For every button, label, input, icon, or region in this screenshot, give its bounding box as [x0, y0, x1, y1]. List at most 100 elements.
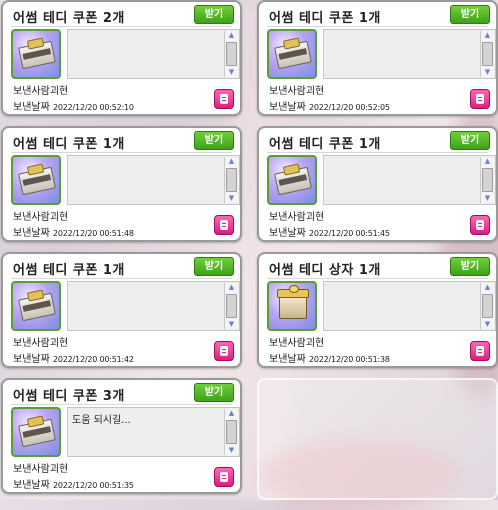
sender-label: 보낸사람 [13, 86, 50, 97]
receive-button[interactable]: 받기 [450, 257, 490, 276]
scroll-up-icon[interactable]: ▲ [482, 31, 493, 40]
message-scrollbar[interactable]: ▲ ▼ [480, 283, 494, 329]
sender-label: 보낸사람 [269, 212, 306, 223]
date-row: 보낸날짜 2022/12/20 00:52:10 [13, 98, 134, 113]
scroll-up-icon[interactable]: ▲ [226, 157, 237, 166]
sender-label: 보낸사람 [269, 338, 306, 349]
message-scrollbar[interactable]: ▲ ▼ [224, 283, 238, 329]
teddy-coupon-icon [11, 407, 61, 457]
sender-row: 보낸사람괴현 [269, 208, 324, 223]
scroll-down-icon[interactable]: ▼ [226, 320, 237, 329]
trash-icon [220, 472, 228, 482]
sender-row: 보낸사람괴현 [269, 334, 324, 349]
delete-button[interactable] [214, 467, 234, 487]
teddy-coupon-icon [11, 155, 61, 205]
date-row: 보낸날짜 2022/12/20 00:51:48 [13, 224, 134, 239]
delete-button[interactable] [470, 215, 490, 235]
date-row: 보낸날짜 2022/12/20 00:51:38 [269, 350, 390, 365]
sender-name: 괴현 [49, 86, 69, 97]
scroll-up-icon[interactable]: ▲ [482, 157, 493, 166]
date-label: 보낸날짜 [13, 228, 50, 239]
gift-title: 어썸 테디 쿠폰 2개 [13, 11, 125, 26]
message-scrollbar[interactable]: ▲ ▼ [480, 157, 494, 203]
scroll-thumb[interactable] [226, 168, 237, 192]
delete-button[interactable] [470, 89, 490, 109]
scroll-up-icon[interactable]: ▲ [226, 31, 237, 40]
gift-title: 어썸 테디 쿠폰 1개 [13, 137, 125, 152]
scroll-down-icon[interactable]: ▼ [482, 68, 493, 77]
scroll-down-icon[interactable]: ▼ [482, 194, 493, 203]
scroll-down-icon[interactable]: ▼ [226, 194, 237, 203]
sent-date: 2022/12/20 00:51:35 [53, 481, 134, 490]
receive-button[interactable]: 받기 [194, 257, 234, 276]
gift-title: 어썸 테디 쿠폰 1개 [269, 11, 381, 26]
divider [267, 278, 488, 279]
scroll-down-icon[interactable]: ▼ [482, 320, 493, 329]
sent-date: 2022/12/20 00:51:45 [309, 229, 390, 238]
teddy-box-icon [267, 281, 317, 331]
gift-card: 어썸 테디 쿠폰 1개 받기 ▲ ▼ 보낸사람괴현 보낸날짜 2022/12/20 00:… [257, 0, 498, 116]
message-box: ▲ ▼ [323, 281, 496, 331]
scroll-thumb[interactable] [226, 42, 237, 66]
message-scrollbar[interactable]: ▲ ▼ [224, 409, 238, 455]
sender-label: 보낸사람 [13, 464, 50, 475]
sender-label: 보낸사람 [13, 338, 50, 349]
sender-row: 보낸사람괴현 [13, 82, 68, 97]
message-scrollbar[interactable]: ▲ ▼ [224, 31, 238, 77]
gift-card: 어썸 테디 상자 1개 받기 ▲ ▼ 보낸사람괴현 보낸날짜 2022/12/20 00:… [257, 252, 498, 368]
message-scrollbar[interactable]: ▲ ▼ [480, 31, 494, 77]
scroll-up-icon[interactable]: ▲ [226, 283, 237, 292]
scroll-up-icon[interactable]: ▲ [482, 283, 493, 292]
date-row: 보낸날짜 2022/12/20 00:51:45 [269, 224, 390, 239]
sent-date: 2022/12/20 00:52:05 [309, 103, 390, 112]
sender-name: 괴현 [305, 212, 325, 223]
trash-icon [220, 346, 228, 356]
message-text: 도움 되시길... [72, 415, 131, 426]
receive-button[interactable]: 받기 [450, 131, 490, 150]
scroll-thumb[interactable] [482, 42, 493, 66]
sender-name: 괴현 [49, 338, 69, 349]
receive-button[interactable]: 받기 [450, 5, 490, 24]
trash-icon [476, 346, 484, 356]
message-scrollbar[interactable]: ▲ ▼ [224, 157, 238, 203]
delete-button[interactable] [214, 341, 234, 361]
message-box: ▲ ▼ [323, 29, 496, 79]
date-row: 보낸날짜 2022/12/20 00:52:05 [269, 98, 390, 113]
scroll-thumb[interactable] [226, 420, 237, 444]
teddy-coupon-icon [11, 29, 61, 79]
scroll-up-icon[interactable]: ▲ [226, 409, 237, 418]
sender-name: 괴현 [49, 212, 69, 223]
sender-name: 괴현 [305, 86, 325, 97]
scroll-thumb[interactable] [482, 294, 493, 318]
teddy-coupon-icon [267, 29, 317, 79]
trash-icon [476, 220, 484, 230]
message-box: ▲ ▼ [323, 155, 496, 205]
receive-button[interactable]: 받기 [194, 131, 234, 150]
scroll-thumb[interactable] [226, 294, 237, 318]
scroll-down-icon[interactable]: ▼ [226, 446, 237, 455]
scroll-thumb[interactable] [482, 168, 493, 192]
date-label: 보낸날짜 [13, 354, 50, 365]
scroll-down-icon[interactable]: ▼ [226, 68, 237, 77]
receive-button[interactable]: 받기 [194, 383, 234, 402]
message-box: ▲ ▼ [67, 155, 240, 205]
empty-slot [257, 378, 498, 500]
delete-button[interactable] [214, 215, 234, 235]
gift-card: 어썸 테디 쿠폰 1개 받기 ▲ ▼ 보낸사람괴현 보낸날짜 2022/12/20 00:… [1, 126, 242, 242]
sender-row: 보낸사람괴현 [13, 460, 68, 475]
divider [11, 152, 232, 153]
sender-name: 괴현 [49, 464, 69, 475]
delete-button[interactable] [214, 89, 234, 109]
sender-label: 보낸사람 [13, 212, 50, 223]
receive-button[interactable]: 받기 [194, 5, 234, 24]
divider [11, 26, 232, 27]
sent-date: 2022/12/20 00:51:38 [309, 355, 390, 364]
message-box: ▲ ▼ [67, 281, 240, 331]
teddy-coupon-icon [267, 155, 317, 205]
date-row: 보낸날짜 2022/12/20 00:51:42 [13, 350, 134, 365]
gift-title: 어썸 테디 쿠폰 1개 [269, 137, 381, 152]
date-label: 보낸날짜 [13, 102, 50, 113]
date-label: 보낸날짜 [269, 354, 306, 365]
delete-button[interactable] [470, 341, 490, 361]
sent-date: 2022/12/20 00:51:48 [53, 229, 134, 238]
